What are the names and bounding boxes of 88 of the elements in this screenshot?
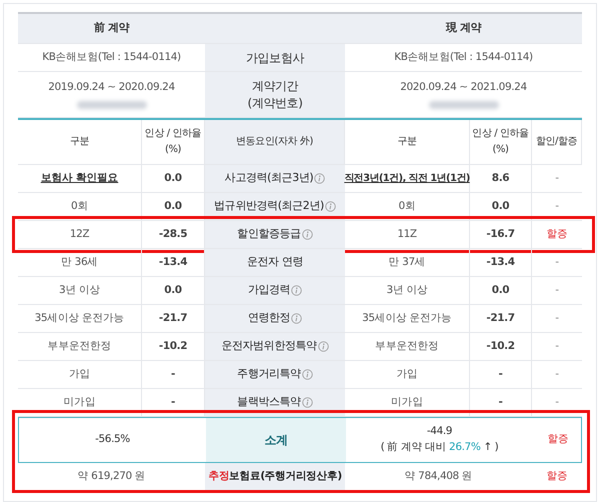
column-header: 할인/할증 [536,135,578,149]
insurer-name: KB손해보험(Tel : 1544-0114) [394,50,533,65]
blurred-contract-number [76,101,146,110]
table-cell-text: 가입 [396,366,418,382]
blurred-contract-number [428,101,498,110]
subtotal-value: -56.5% [95,432,130,448]
contract-period: 2020.09.24 ~ 2021.09.24 [400,80,527,95]
row-label: 계약기간 [252,78,298,94]
table-cell-text: 미가입 [64,394,96,410]
table-cell-text: 0회 [71,198,88,214]
info-icon[interactable] [291,313,302,324]
insurer-name: KB손해보험(Tel : 1544-0114) [42,50,181,65]
change-status: - [555,394,559,410]
change-status: 할증 [547,432,569,448]
change-status: - [555,170,559,186]
table-cell-text: -16.7 [486,226,515,242]
subtotal-label: 소계 [264,432,288,449]
info-icon[interactable] [302,397,313,408]
status-link[interactable]: 보험사 확인필요 [40,170,118,186]
table-cell-text: 0회 [398,198,416,214]
comparison-text: ( 前 계약 대비 26.7% ↑ ) [380,440,498,455]
table-cell-text: - [171,366,175,382]
table-cell-text: 3년 이상 [58,282,100,298]
factor-label: 블랙박스특약 [237,394,301,410]
info-icon[interactable] [314,173,326,184]
column-header: 인상 / 인하율 (%) [471,127,530,157]
table-cell-text: 만 36세 [61,254,98,270]
table-cell-text: 만 37세 [388,254,426,270]
change-status: 할증 [546,226,568,242]
table-cell-text: - [498,394,502,410]
factor-label: 가입경력 [248,282,290,298]
info-icon[interactable] [302,369,313,380]
table-cell-text: - [498,366,502,382]
column-header: 인상 / 인하율 (%) [144,127,202,157]
info-icon[interactable] [291,285,302,296]
column-header: 구분 [397,135,417,149]
premium-value: 약 784,408 원 [404,469,472,484]
table-cell-text: 8.6 [492,170,510,186]
factor-label: 사고경력(최근3년) [224,170,314,186]
table-cell-text: 12Z [70,226,90,242]
change-status: - [555,254,559,270]
premium-value: 약 619,270 원 [78,469,146,484]
change-status: - [555,198,559,214]
factor-label: 운전자 연령 [246,254,304,270]
table-cell-text: 35세이상 운전가능 [362,310,452,326]
contract-period: 2019.09.24 ~ 2020.09.24 [48,80,175,95]
factor-label: 연령한정 [248,310,290,326]
row-label: (계약번호) [248,94,302,112]
column-header: 변동요인(자차 外) [236,135,313,149]
table-cell-text: 부부운전한정 [48,338,112,354]
factor-label: 운전자범위한정특약 [221,338,317,354]
column-group-title: 現 계약 [446,20,482,36]
factor-label: 주행거리특약 [237,366,301,382]
column-group-title: 前 계약 [94,20,130,36]
column-header: 구분 [70,135,90,149]
table-cell-text: 부부운전한정 [375,338,439,354]
table-cell-text: 0.0 [164,170,182,186]
table-cell-text: -13.4 [486,254,515,270]
change-status: - [555,310,559,326]
table-cell-text: -21.7 [486,310,515,326]
table-cell-text: 0.0 [164,282,182,298]
table-cell-text: -28.5 [158,226,188,242]
table-cell-text: 0.0 [164,198,182,214]
info-icon[interactable] [318,341,329,352]
subtotal-value: -44.9 [426,424,452,440]
table-cell-text: 가입 [68,366,90,382]
change-status: - [555,282,559,298]
table-cell-text: -10.2 [158,338,188,354]
info-icon[interactable] [324,201,336,212]
table-cell-text: 35세이상 운전가능 [34,310,124,326]
table-cell-text: 0.0 [492,198,510,214]
factor-label: 할인할증등급 [237,226,301,242]
info-icon[interactable] [302,229,313,240]
row-label: 가입보험사 [246,50,304,66]
table-cell-text: -13.4 [158,254,188,270]
table-cell-text: 11Z [397,226,417,242]
status-link[interactable]: 직전3년(1건), 직전 1년(1건) [344,171,470,186]
table-cell-text: 3년 이상 [386,282,428,298]
table-cell-text: -21.7 [158,310,188,326]
change-status: 할증 [546,469,568,484]
table-cell-text: -10.2 [486,338,515,354]
premium-label: 추정보험료(주행거리정산후) [208,469,342,484]
change-status: - [555,366,559,382]
table-cell-text: - [171,394,175,410]
table-cell-text: 미가입 [391,394,423,410]
change-status: - [555,338,559,354]
table-cell-text: 0.0 [492,282,510,298]
factor-label: 법규위반경력(최근2년) [214,198,324,214]
